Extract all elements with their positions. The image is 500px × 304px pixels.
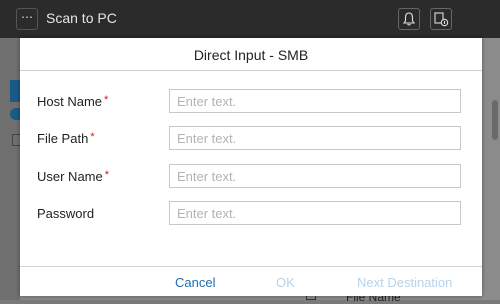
- dialog-title: Direct Input - SMB: [20, 38, 482, 71]
- password-row: Password: [20, 200, 482, 226]
- cancel-button[interactable]: Cancel: [175, 275, 215, 290]
- dialog-footer: Cancel OK Next Destination: [20, 266, 482, 297]
- app-title: Scan to PC: [46, 10, 117, 26]
- background-right-panel: [482, 38, 500, 300]
- direct-input-dialog: Direct Input - SMB Host Name* File Path*…: [20, 38, 482, 296]
- user-name-input[interactable]: [169, 164, 461, 188]
- host-name-label: Host Name *: [37, 94, 109, 109]
- next-destination-button[interactable]: Next Destination: [357, 275, 452, 290]
- user-name-label: User Name *: [37, 169, 110, 184]
- background-check-icon: [10, 108, 20, 120]
- host-name-row: Host Name *: [20, 88, 482, 114]
- required-marker: *: [104, 94, 109, 106]
- password-input[interactable]: [169, 201, 461, 225]
- ok-button[interactable]: OK: [276, 275, 295, 290]
- background-scrollbar: [492, 100, 498, 140]
- background-checkbox: [12, 134, 20, 146]
- file-path-label: File Path *: [37, 131, 95, 146]
- file-path-row: File Path *: [20, 125, 482, 151]
- user-name-row: User Name *: [20, 163, 482, 189]
- required-marker: *: [104, 169, 110, 181]
- background-sidebar: [0, 38, 20, 300]
- background-selected-item: [10, 80, 20, 102]
- bell-icon[interactable]: [398, 8, 420, 30]
- app-header: ⋯ Scan to PC: [0, 0, 500, 38]
- file-path-input[interactable]: [169, 126, 461, 150]
- job-status-icon[interactable]: [430, 8, 452, 30]
- password-label: Password: [37, 206, 95, 221]
- required-marker: *: [90, 131, 95, 143]
- ellipsis-icon[interactable]: ⋯: [16, 8, 38, 30]
- host-name-input[interactable]: [169, 89, 461, 113]
